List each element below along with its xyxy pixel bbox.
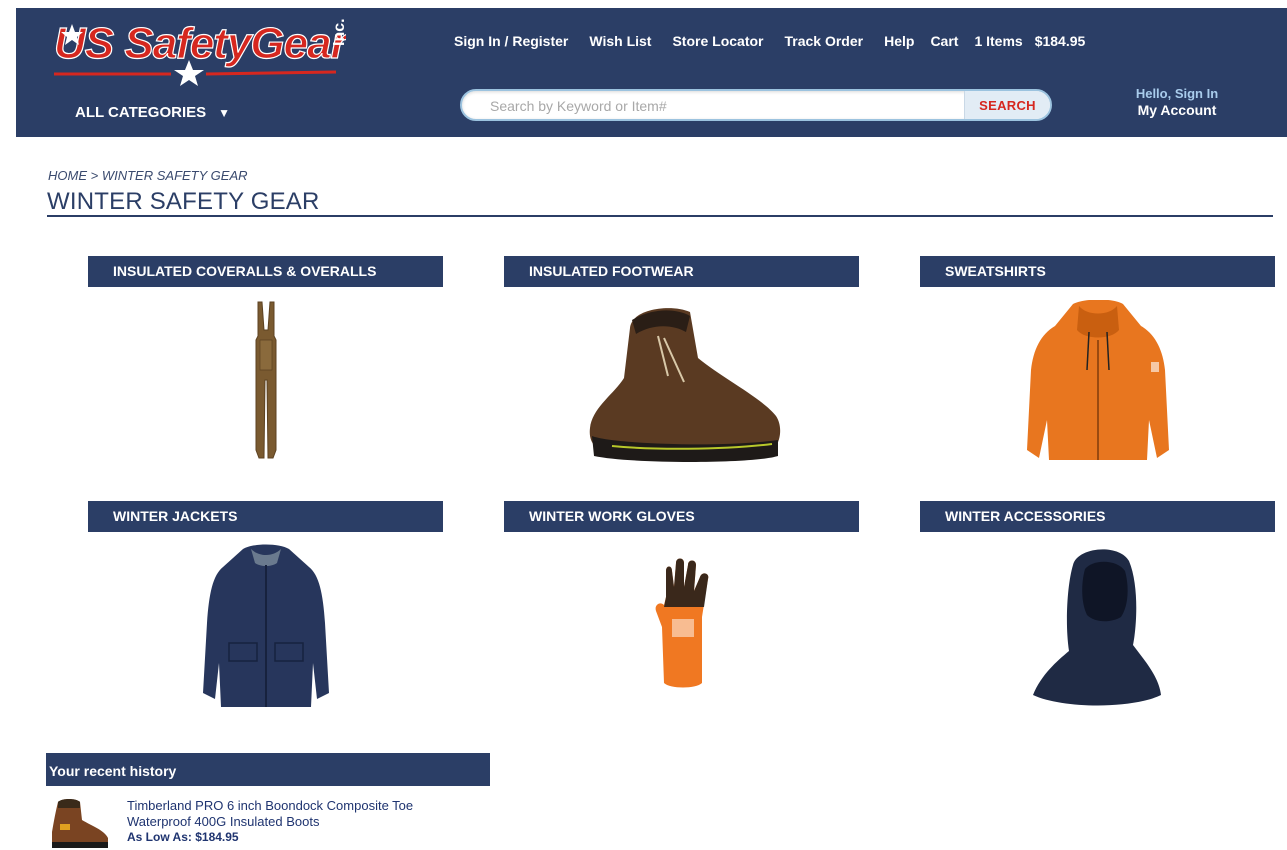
cart-link[interactable]: Cart [930,33,958,53]
top-navigation: Sign In / Register Wish List Store Locat… [454,33,1085,53]
recent-item-price: As Low As: $184.95 [127,830,239,844]
search-input[interactable] [490,95,960,117]
hooded-sweatshirt-icon[interactable] [920,300,1275,466]
winter-jacket-icon[interactable] [88,543,443,711]
all-categories-dropdown[interactable]: ALL CATEGORIES ▼ [75,104,230,121]
category-insulated-footwear[interactable]: INSULATED FOOTWEAR [504,256,859,462]
cart-total[interactable]: $184.95 [1035,33,1086,53]
title-divider [47,215,1273,217]
svg-text:Inc.: Inc. [331,18,346,46]
search-button[interactable]: SEARCH [964,91,1050,119]
cart-count[interactable]: 1 Items [974,33,1022,53]
category-winter-accessories[interactable]: WINTER ACCESSORIES [920,501,1275,706]
breadcrumb-home-link[interactable]: HOME [48,168,87,183]
breadcrumb-separator: > [90,168,99,183]
balaclava-hood-icon[interactable] [920,545,1275,711]
sign-in-register-link[interactable]: Sign In / Register [454,33,568,53]
help-link[interactable]: Help [884,33,914,53]
all-categories-label: ALL CATEGORIES [75,104,207,121]
category-insulated-coveralls[interactable]: INSULATED COVERALLS & OVERALLS [88,256,443,459]
track-order-link[interactable]: Track Order [784,33,863,53]
wish-list-link[interactable]: Wish List [589,33,651,53]
category-title: WINTER WORK GLOVES [504,501,859,532]
recent-history-item[interactable]: Timberland PRO 6 inch Boondock Composite… [46,798,490,850]
category-title: INSULATED FOOTWEAR [504,256,859,287]
work-glove-icon[interactable] [504,557,859,689]
work-boot-icon[interactable] [504,298,859,468]
page-title: WINTER SAFETY GEAR [47,188,320,215]
site-header: US SafetyGear Inc. Sign In / Register Wi… [16,8,1287,137]
category-winter-jackets[interactable]: WINTER JACKETS [88,501,443,707]
breadcrumb-current: WINTER SAFETY GEAR [101,168,248,183]
category-title: INSULATED COVERALLS & OVERALLS [88,256,443,287]
my-account-link[interactable]: My Account [1112,102,1242,118]
recent-history: Your recent history Timberland PRO 6 inc… [46,753,490,848]
recent-history-title: Your recent history [46,753,490,786]
us-safetygear-logo[interactable]: US SafetyGear Inc. [46,10,352,90]
category-winter-work-gloves[interactable]: WINTER WORK GLOVES [504,501,859,688]
breadcrumb: HOME > WINTER SAFETY GEAR [48,168,248,183]
hello-sign-in-link[interactable]: Hello, Sign In [1112,86,1242,102]
category-title: SWEATSHIRTS [920,256,1275,287]
category-sweatshirts[interactable]: SWEATSHIRTS [920,256,1275,460]
svg-text:US SafetyGear: US SafetyGear [54,19,346,68]
boot-thumbnail-icon[interactable] [48,798,118,850]
store-locator-link[interactable]: Store Locator [672,33,763,53]
dropdown-triangle-icon: ▼ [218,105,231,120]
category-title: WINTER ACCESSORIES [920,501,1275,532]
category-title: WINTER JACKETS [88,501,443,532]
bib-overalls-icon[interactable] [88,300,443,462]
recent-item-name[interactable]: Timberland PRO 6 inch Boondock Composite… [127,798,447,830]
account-menu[interactable]: Hello, Sign In My Account [1112,86,1242,118]
search-bar: SEARCH [460,89,1052,121]
